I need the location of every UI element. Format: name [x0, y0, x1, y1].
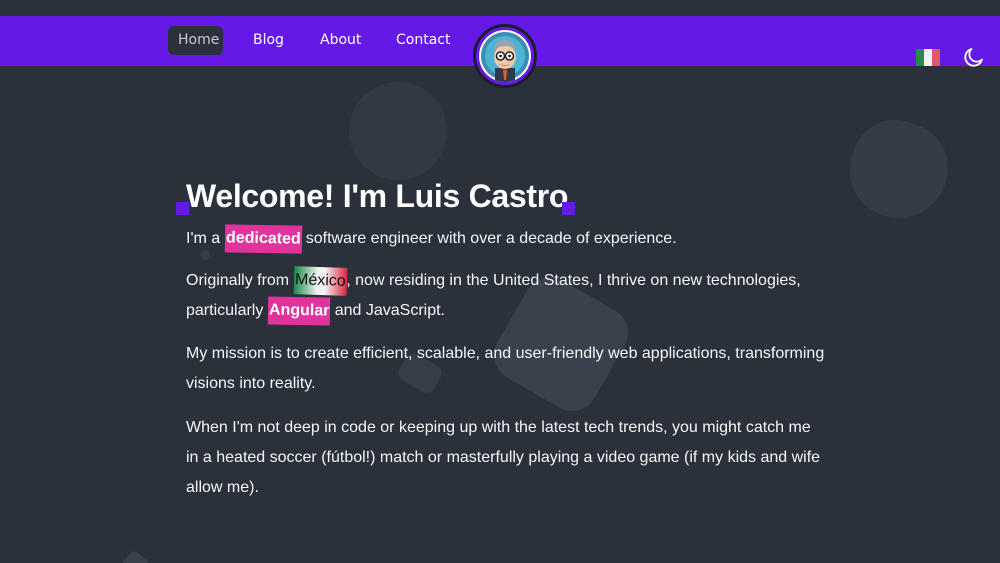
intro-text: I'm a	[186, 230, 225, 247]
title-corner-accent	[176, 202, 189, 215]
origin-text: and JavaScript.	[330, 302, 445, 319]
nav-link-blog[interactable]: Blog	[243, 26, 294, 55]
mission-paragraph: My mission is to create efficient, scala…	[186, 345, 825, 392]
moon-icon[interactable]	[962, 45, 986, 69]
avatar-image	[479, 30, 531, 82]
background-blob	[850, 120, 948, 218]
origin-text: Originally from	[186, 272, 294, 289]
highlight-dedicated: dedicated	[224, 224, 302, 254]
background-blob	[349, 82, 447, 180]
highlight-mexico: México	[293, 266, 347, 296]
intro-text: software engineer with over a decade of …	[301, 230, 677, 247]
title-wrap: Welcome! I'm Luis Castro	[176, 176, 576, 216]
intro-paragraph: I'm a dedicated software engineer with o…	[186, 224, 826, 254]
hobbies-paragraph: When I'm not deep in code or keeping up …	[186, 419, 821, 496]
nav-link-about[interactable]: About	[310, 26, 371, 55]
title-corner-accent	[562, 202, 576, 215]
page-title: Welcome! I'm Luis Castro	[186, 178, 569, 214]
nav-link-home[interactable]: Home	[168, 26, 223, 55]
navbar: Home Blog About Contact	[0, 16, 1000, 88]
background-blob	[119, 549, 151, 563]
page: Home Blog About Contact Welcome! I'm Lui…	[0, 0, 1000, 563]
origin-paragraph: Originally from México, now residing in …	[186, 266, 826, 326]
avatar[interactable]	[473, 24, 537, 88]
mexico-flag-icon[interactable]	[916, 49, 940, 66]
hero-content: Welcome! I'm Luis Castro I'm a dedicated…	[176, 176, 826, 496]
top-strip	[0, 0, 1000, 16]
highlight-angular: Angular	[267, 296, 331, 326]
nav-link-contact[interactable]: Contact	[386, 26, 460, 55]
